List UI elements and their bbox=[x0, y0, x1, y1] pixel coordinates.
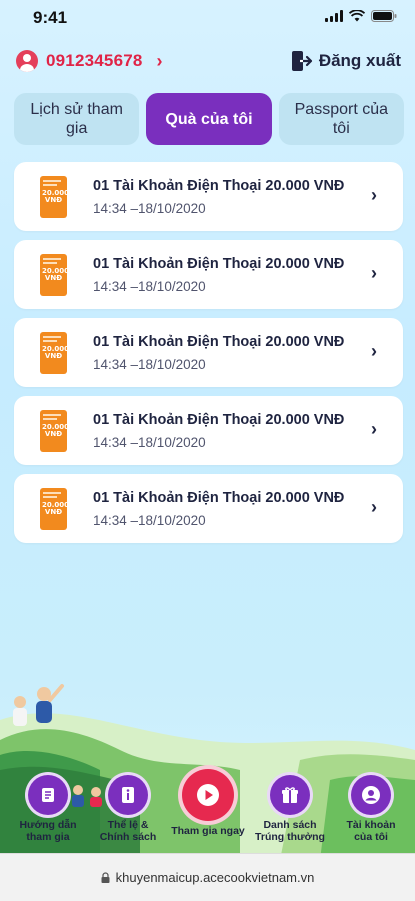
gift-title: 01 Tài Khoản Điện Thoại 20.000 VNĐ bbox=[93, 256, 345, 272]
nav-label-guide: Hướng dẫn tham gia bbox=[19, 819, 77, 843]
chevron-right-icon: › bbox=[371, 341, 377, 361]
logout-button[interactable]: Đăng xuất bbox=[291, 50, 401, 72]
nav-item-my-account[interactable]: Tài khoản của tôi bbox=[331, 775, 411, 843]
gift-title: 01 Tài Khoản Điện Thoại 20.000 VNĐ bbox=[93, 490, 345, 506]
voucher-icon: 20.000 VNĐ bbox=[40, 488, 67, 530]
chevron-right-icon: › bbox=[371, 185, 377, 205]
url-text: khuyenmaicup.acecookvietnam.vn bbox=[115, 870, 315, 885]
nav-label-join-now: Tham gia ngay bbox=[171, 825, 245, 837]
gift-title: 01 Tài Khoản Điện Thoại 20.000 VNĐ bbox=[93, 412, 345, 428]
gift-time: 14:34 –18/10/2020 bbox=[93, 201, 206, 216]
status-icons bbox=[325, 10, 397, 22]
voucher-amount: 20.000 VNĐ bbox=[42, 267, 67, 282]
chevron-right-icon: › bbox=[371, 497, 377, 517]
logout-icon bbox=[291, 51, 312, 71]
lock-icon bbox=[101, 872, 110, 883]
tab-participation-history[interactable]: Lịch sử tham gia bbox=[14, 93, 140, 145]
gift-time: 14:34 –18/10/2020 bbox=[93, 513, 206, 528]
browser-url-bar[interactable]: khuyenmaicup.acecookvietnam.vn bbox=[0, 853, 415, 901]
play-icon bbox=[182, 769, 234, 821]
gift-time: 14:34 –18/10/2020 bbox=[93, 435, 206, 450]
voucher-icon: 20.000 VNĐ bbox=[40, 254, 67, 296]
gift-list-item[interactable]: 20.000 VNĐ 01 Tài Khoản Điện Thoại 20.00… bbox=[14, 474, 403, 543]
voucher-amount: 20.000 VNĐ bbox=[42, 423, 67, 438]
voucher-amount: 20.000 VNĐ bbox=[42, 345, 67, 360]
status-time: 9:41 bbox=[33, 8, 68, 27]
gift-list-item[interactable]: 20.000 VNĐ 01 Tài Khoản Điện Thoại 20.00… bbox=[14, 396, 403, 465]
account-phone-number: 0912345678 bbox=[46, 51, 143, 70]
info-book-icon bbox=[108, 775, 148, 815]
gift-list-item[interactable]: 20.000 VNĐ 01 Tài Khoản Điện Thoại 20.00… bbox=[14, 162, 403, 231]
gift-title: 01 Tài Khoản Điện Thoại 20.000 VNĐ bbox=[93, 178, 345, 194]
voucher-icon: 20.000 VNĐ bbox=[40, 410, 67, 452]
tab-my-gifts[interactable]: Quà của tôi bbox=[146, 93, 272, 145]
gift-list-item[interactable]: 20.000 VNĐ 01 Tài Khoản Điện Thoại 20.00… bbox=[14, 240, 403, 309]
user-icon bbox=[351, 775, 391, 815]
nav-label-winners: Danh sách Trúng thưởng bbox=[255, 819, 325, 843]
scroll-icon bbox=[28, 775, 68, 815]
tab-my-passport[interactable]: Passport của tôi bbox=[278, 93, 404, 145]
gift-time: 14:34 –18/10/2020 bbox=[93, 279, 206, 294]
voucher-amount: 20.000 VNĐ bbox=[42, 189, 67, 204]
gift-list-item[interactable]: 20.000 VNĐ 01 Tài Khoản Điện Thoại 20.00… bbox=[14, 318, 403, 387]
tab-bar: Lịch sử tham gia Quà của tôi Passport củ… bbox=[14, 93, 404, 145]
chevron-right-icon: › bbox=[371, 419, 377, 439]
nav-label-rules: Thể lệ & Chính sách bbox=[99, 819, 157, 843]
gift-list: 20.000 VNĐ 01 Tài Khoản Điện Thoại 20.00… bbox=[14, 162, 403, 552]
account-phone-button[interactable]: 0912345678 › bbox=[16, 50, 163, 72]
bottom-navigation: Hướng dẫn tham gia Thể lệ & Chính sách Tha… bbox=[0, 769, 415, 853]
signal-icon bbox=[325, 10, 343, 22]
gift-time: 14:34 –18/10/2020 bbox=[93, 357, 206, 372]
voucher-icon: 20.000 VNĐ bbox=[40, 332, 67, 374]
voucher-icon: 20.000 VNĐ bbox=[40, 176, 67, 218]
nav-label-my-account: Tài khoản của tôi bbox=[346, 819, 396, 843]
account-header: 0912345678 › Đăng xuất bbox=[0, 44, 415, 82]
battery-icon bbox=[371, 10, 397, 22]
nav-item-rules[interactable]: Thể lệ & Chính sách bbox=[88, 775, 168, 843]
nav-item-guide[interactable]: Hướng dẫn tham gia bbox=[8, 775, 88, 843]
logout-label: Đăng xuất bbox=[318, 51, 401, 70]
gift-icon bbox=[270, 775, 310, 815]
user-avatar-icon bbox=[16, 50, 38, 72]
wifi-icon bbox=[349, 10, 365, 22]
voucher-amount: 20.000 VNĐ bbox=[42, 501, 67, 516]
chevron-right-icon: › bbox=[156, 50, 163, 71]
chevron-right-icon: › bbox=[371, 263, 377, 283]
nav-item-join-now[interactable]: Tham gia ngay bbox=[168, 769, 248, 837]
gift-title: 01 Tài Khoản Điện Thoại 20.000 VNĐ bbox=[93, 334, 345, 350]
nav-item-winners[interactable]: Danh sách Trúng thưởng bbox=[250, 775, 330, 843]
status-bar: 9:41 bbox=[0, 0, 415, 36]
